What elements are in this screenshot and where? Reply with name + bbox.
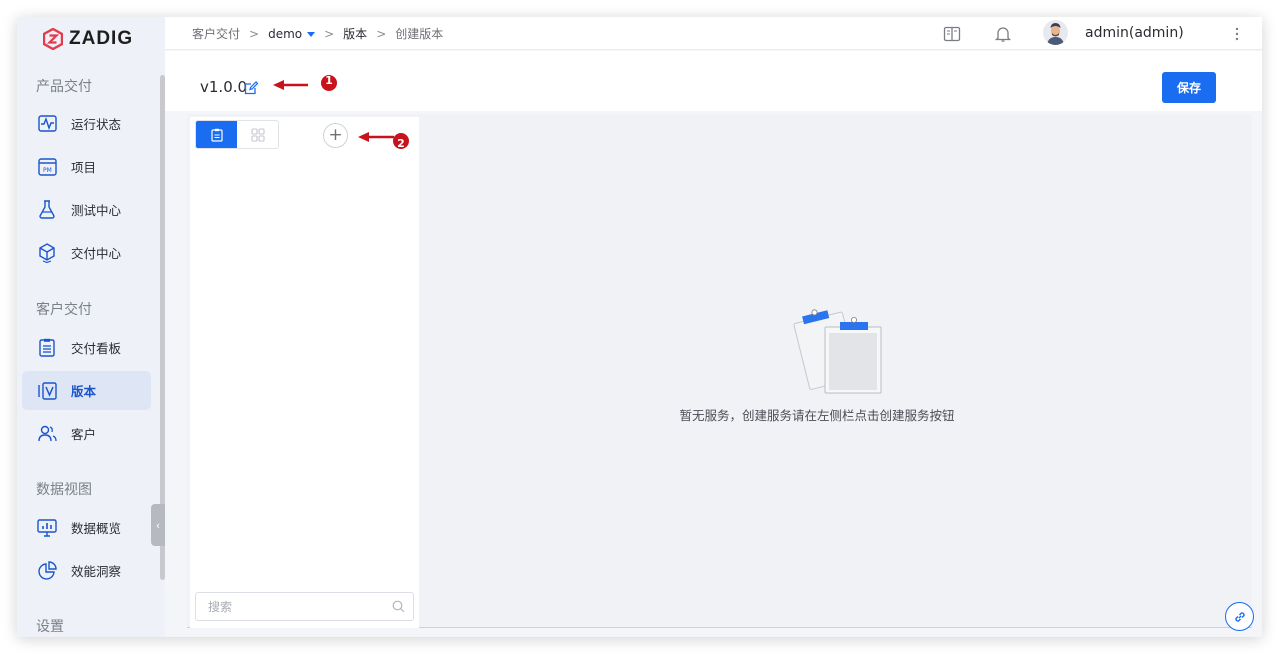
- sidebar-item-delivery-board[interactable]: 交付看板: [22, 328, 151, 367]
- sidebar-item-label: 客户: [71, 427, 97, 442]
- clipboard-icon: [37, 338, 57, 358]
- service-panel: + 2: [190, 117, 419, 628]
- sidebar-item-label: 版本: [71, 384, 97, 399]
- breadcrumb: 客户交付 > demo > 版本 > 创建版本: [192, 17, 443, 50]
- service-search: [195, 592, 414, 621]
- pulse-icon: [37, 114, 57, 134]
- logo-text: ZADIG: [69, 28, 134, 49]
- sidebar-item-efficiency-insight[interactable]: 效能洞察: [22, 551, 151, 590]
- add-service-button[interactable]: +: [323, 123, 348, 148]
- link-icon: [1234, 611, 1245, 622]
- user-name[interactable]: admin(admin): [1085, 17, 1184, 50]
- version-name: v1.0.0: [200, 78, 248, 96]
- bell-icon[interactable]: [994, 25, 1012, 43]
- sidebar-item-delivery-center[interactable]: 交付中心: [22, 233, 151, 272]
- sidebar-item-run-status[interactable]: 运行状态: [22, 104, 151, 143]
- link-floating-button[interactable]: [1225, 602, 1254, 631]
- grid-view-tab[interactable]: [237, 121, 278, 148]
- project-pm-icon: PM: [37, 157, 57, 177]
- clipboard-icon: [210, 128, 223, 142]
- chevron-left-icon: ‹: [155, 518, 161, 532]
- top-bar: 客户交付 > demo > 版本 > 创建版本 admin(admin): [165, 17, 1262, 50]
- monitor-chart-icon: [37, 518, 57, 538]
- section-title-settings: 设置: [36, 619, 64, 635]
- sidebar-item-customer[interactable]: 客户: [22, 414, 151, 453]
- sidebar-item-data-overview[interactable]: 数据概览: [22, 508, 151, 547]
- empty-clipboard-illustration: [793, 309, 882, 394]
- section-title-product-delivery: 产品交付: [36, 79, 92, 95]
- sidebar: ZADIG 产品交付 运行状态 PM 项目 测试中心 交付中心 客户交付 交付看…: [17, 17, 165, 637]
- sidebar-item-label: 交付看板: [71, 341, 122, 356]
- breadcrumb-item-create-version: 创建版本: [395, 27, 444, 41]
- search-input[interactable]: [196, 593, 376, 620]
- section-title-data-view: 数据视图: [36, 482, 92, 498]
- sidebar-item-label: 运行状态: [71, 117, 122, 132]
- avatar-person-icon: [1043, 20, 1068, 45]
- annotation-arrow-2: [358, 132, 409, 149]
- users-icon: [37, 424, 57, 444]
- search-icon[interactable]: [392, 600, 405, 613]
- sidebar-item-label: 效能洞察: [71, 564, 122, 579]
- annotation-marker-1: 1: [325, 74, 333, 87]
- sidebar-item-test-center[interactable]: 测试中心: [22, 190, 151, 229]
- pie-chart-icon: [37, 561, 57, 581]
- breadcrumb-item-customer-delivery[interactable]: 客户交付: [192, 25, 240, 42]
- sidebar-item-label: 数据概览: [71, 521, 122, 536]
- sidebar-item-label: 交付中心: [71, 246, 122, 261]
- list-view-tab[interactable]: [196, 121, 237, 148]
- svg-text:PM: PM: [43, 167, 52, 174]
- flask-icon: [37, 200, 57, 220]
- grid-icon: [250, 127, 265, 142]
- package-icon: [37, 242, 57, 263]
- sidebar-item-project[interactable]: PM 项目: [22, 147, 151, 186]
- zadig-logo-icon: [43, 28, 63, 50]
- save-button[interactable]: 保存: [1162, 72, 1216, 103]
- sidebar-item-label: 项目: [71, 160, 97, 175]
- more-vertical-icon[interactable]: [1230, 25, 1244, 43]
- sidebar-item-version[interactable]: 版本: [22, 371, 151, 410]
- breadcrumb-item-demo: demo: [268, 26, 303, 41]
- breadcrumb-project-select[interactable]: demo: [268, 26, 316, 41]
- view-toggle: [195, 120, 279, 149]
- breadcrumb-separator: >: [324, 26, 335, 41]
- book-icon[interactable]: [943, 25, 961, 43]
- plus-icon: +: [328, 125, 343, 145]
- breadcrumb-separator: >: [249, 26, 260, 41]
- breadcrumb-item-version[interactable]: 版本: [343, 25, 367, 42]
- annotation-marker-2: 2: [397, 137, 405, 150]
- caret-down-icon: [307, 31, 316, 37]
- logo[interactable]: ZADIG: [43, 27, 133, 51]
- avatar[interactable]: [1043, 20, 1068, 45]
- app-window: ZADIG 产品交付 运行状态 PM 项目 测试中心 交付中心 客户交付 交付看…: [17, 17, 1262, 637]
- sidebar-item-label: 测试中心: [71, 203, 122, 218]
- version-icon: [37, 381, 57, 401]
- version-header: v1.0.0 1 保存: [165, 51, 1262, 111]
- edit-icon[interactable]: [244, 81, 258, 95]
- sidebar-collapse-handle[interactable]: ‹: [151, 504, 165, 546]
- content-area: + 2 暂无服务，创建服务请在左侧栏点击创建服务按钮: [187, 114, 1252, 628]
- breadcrumb-separator: >: [376, 26, 387, 41]
- empty-state-message: 暂无服务，创建服务请在左侧栏点击创建服务按钮: [679, 408, 955, 423]
- section-title-customer-delivery: 客户交付: [36, 302, 92, 318]
